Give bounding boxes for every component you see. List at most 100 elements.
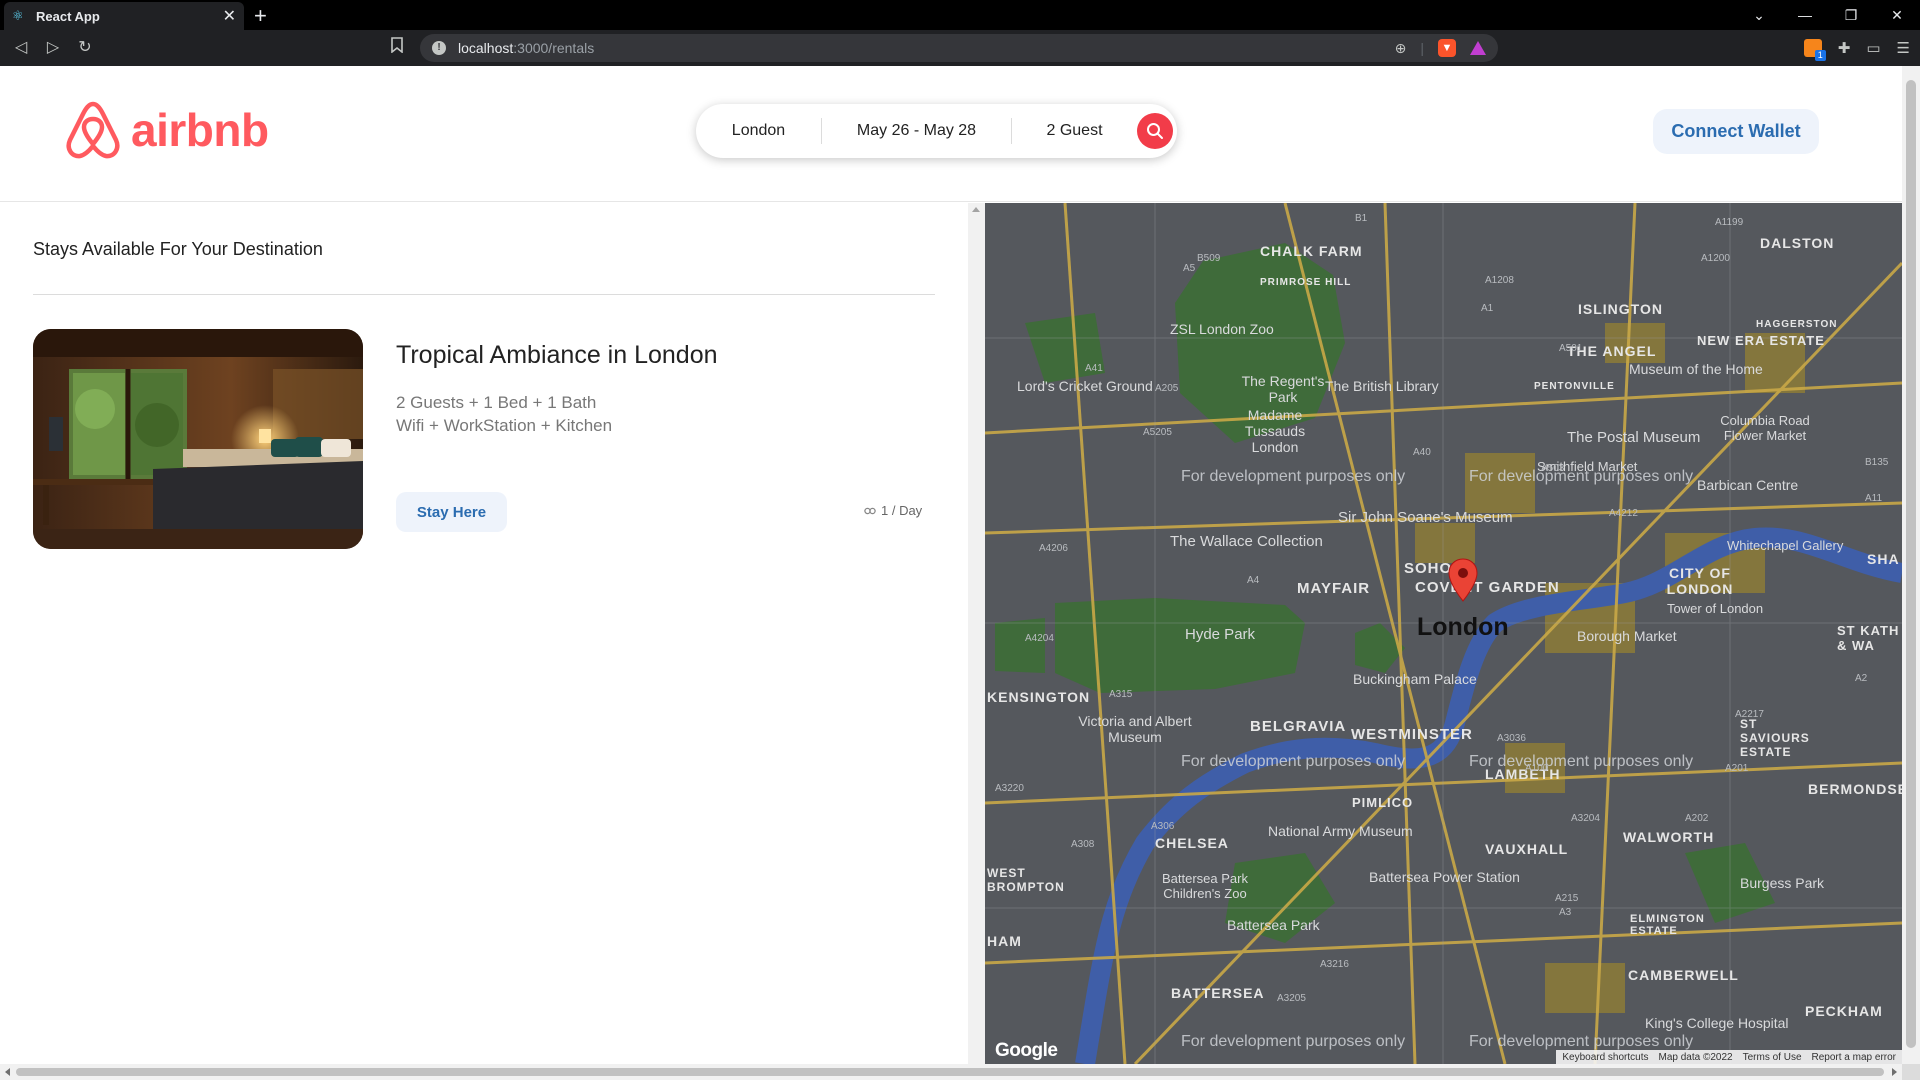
search-button[interactable] — [1137, 113, 1173, 149]
road-label: A1 — [1481, 303, 1494, 314]
road-label: A3036 — [1497, 733, 1526, 744]
rental-amenities: Wifi + WorkStation + Kitchen — [396, 416, 613, 435]
road-label: A3216 — [1320, 959, 1349, 970]
guests-field[interactable]: 2 Guest — [1012, 104, 1137, 158]
site-info-icon[interactable]: ! — [432, 41, 446, 55]
zoom-icon[interactable]: ⊕ — [1395, 40, 1407, 57]
forward-icon[interactable]: ▷ — [42, 37, 64, 59]
scroll-left-icon[interactable] — [5, 1068, 10, 1076]
bookmark-icon[interactable] — [389, 37, 405, 57]
ethereum-link-icon — [864, 507, 876, 514]
road-label: A308 — [1071, 839, 1095, 850]
road-label: A1200 — [1701, 253, 1730, 264]
rentals-list: Stays Available For Your Destination Tro… — [0, 203, 960, 1064]
chevron-down-icon[interactable]: ⌄ — [1736, 7, 1782, 24]
road-label: A201 — [1725, 763, 1749, 774]
map-data-text: Map data ©2022 — [1658, 1051, 1733, 1063]
tab-title: React App — [36, 8, 100, 24]
destination-field[interactable]: London — [696, 104, 821, 158]
road-label: A41 — [1085, 363, 1103, 374]
scroll-thumb[interactable] — [1906, 80, 1916, 1048]
close-icon[interactable]: ✕ — [223, 6, 236, 26]
road-label: A306 — [1151, 821, 1175, 832]
scrollbar-corner — [1902, 1064, 1920, 1080]
brave-rewards-icon[interactable] — [1470, 41, 1486, 55]
extensions-icon[interactable]: ✚ — [1838, 39, 1851, 57]
road-label: B135 — [1865, 457, 1889, 468]
rental-photo[interactable] — [33, 329, 363, 549]
road-label: A3205 — [1277, 993, 1306, 1004]
price-text: 1 / Day — [881, 503, 923, 518]
rental-price: 1 / Day — [864, 503, 922, 518]
logo-text: airbnb — [131, 104, 269, 156]
map-center-label: London — [1417, 613, 1509, 641]
stay-here-button[interactable]: Stay Here — [396, 492, 507, 532]
connect-wallet-button[interactable]: Connect Wallet — [1653, 109, 1819, 154]
road-label: A4206 — [1039, 543, 1068, 554]
google-logo[interactable]: Google — [995, 1040, 1058, 1062]
scroll-up-icon[interactable] — [972, 207, 980, 212]
extension-icons: ✚ ▭ ☰ — [1803, 39, 1910, 61]
back-icon[interactable]: ◁ — [10, 37, 32, 59]
report-map-error-link[interactable]: Report a map error — [1812, 1052, 1896, 1063]
page-horizontal-scrollbar[interactable] — [0, 1064, 1902, 1080]
road-label: A3220 — [995, 783, 1024, 794]
road-label: A4204 — [1025, 633, 1054, 644]
road-label: A2 — [1855, 673, 1868, 684]
road-label: A205 — [1155, 383, 1179, 394]
terms-link[interactable]: Terms of Use — [1743, 1052, 1802, 1063]
page: airbnb London May 26 - May 28 2 Guest Co… — [0, 66, 1902, 1064]
browser-tab-bar: ⚛ React App ✕ + ⌄ — ❐ ✕ — [0, 0, 1920, 30]
search-bar: London May 26 - May 28 2 Guest — [696, 104, 1177, 158]
road-label: A5205 — [1143, 427, 1172, 438]
map-marker-icon[interactable] — [1448, 558, 1478, 607]
window-controls: ⌄ — ❐ ✕ — [1736, 0, 1920, 30]
url-host: localhost — [458, 40, 514, 56]
road-label: B509 — [1197, 253, 1221, 264]
menu-icon[interactable]: ☰ — [1897, 39, 1910, 57]
brave-shield-icon[interactable]: ▼ — [1438, 39, 1456, 57]
road-label: A11 — [1865, 493, 1883, 504]
react-icon: ⚛ — [12, 8, 24, 23]
plus-icon[interactable]: + — [254, 3, 267, 29]
road-label: A215 — [1555, 893, 1579, 904]
road-label: A5 — [1183, 263, 1196, 274]
wallet-icon[interactable]: ▭ — [1866, 39, 1880, 57]
airbnb-logo-icon — [66, 101, 120, 159]
airbnb-logo[interactable]: airbnb — [65, 100, 269, 160]
road-label: A503 — [1541, 463, 1565, 474]
close-window-icon[interactable]: ✕ — [1874, 7, 1920, 24]
road-label: A2217 — [1735, 709, 1764, 720]
road-label: A100 — [1525, 763, 1549, 774]
address-bar[interactable]: ! localhost:3000/rentals ⊕ | ▼ — [420, 34, 1498, 62]
road-label: A4 — [1247, 575, 1260, 586]
road-label: A40 — [1413, 447, 1431, 458]
road-label: A202 — [1685, 813, 1709, 824]
stays-heading: Stays Available For Your Destination — [33, 239, 323, 259]
metamask-icon[interactable] — [1803, 39, 1826, 61]
dates-field[interactable]: May 26 - May 28 — [822, 104, 1011, 158]
url-path: :3000/rentals — [513, 40, 595, 56]
restore-icon[interactable]: ❐ — [1828, 7, 1874, 24]
divider — [33, 294, 935, 295]
browser-tab[interactable]: ⚛ React App ✕ — [4, 2, 244, 30]
rental-title: Tropical Ambiance in London — [396, 341, 718, 369]
scroll-thumb[interactable] — [16, 1068, 1884, 1076]
road-label: A3204 — [1571, 813, 1600, 824]
map-footer: Keyboard shortcuts Map data ©2022 Terms … — [1556, 1050, 1902, 1064]
road-label: A1208 — [1485, 275, 1514, 286]
site-header: airbnb London May 26 - May 28 2 Guest Co… — [0, 66, 1902, 202]
road-label: B1 — [1355, 213, 1368, 224]
road-label: A4212 — [1609, 508, 1638, 519]
road-label: A315 — [1109, 689, 1133, 700]
scroll-right-icon[interactable] — [1892, 1068, 1897, 1076]
minimize-icon[interactable]: — — [1782, 7, 1828, 23]
rental-capacity: 2 Guests + 1 Bed + 1 Bath — [396, 393, 597, 412]
reload-icon[interactable]: ↻ — [74, 37, 96, 59]
page-vertical-scrollbar[interactable] — [1902, 66, 1920, 1064]
keyboard-shortcuts-link[interactable]: Keyboard shortcuts — [1562, 1052, 1648, 1063]
browser-toolbar: ◁ ▷ ↻ ! localhost:3000/rentals ⊕ | ▼ ✚ ▭… — [0, 30, 1920, 66]
road-label: A1199 — [1715, 217, 1744, 228]
list-scrollbar[interactable] — [968, 203, 985, 1064]
map[interactable]: For development purposes only For develo… — [985, 203, 1902, 1064]
